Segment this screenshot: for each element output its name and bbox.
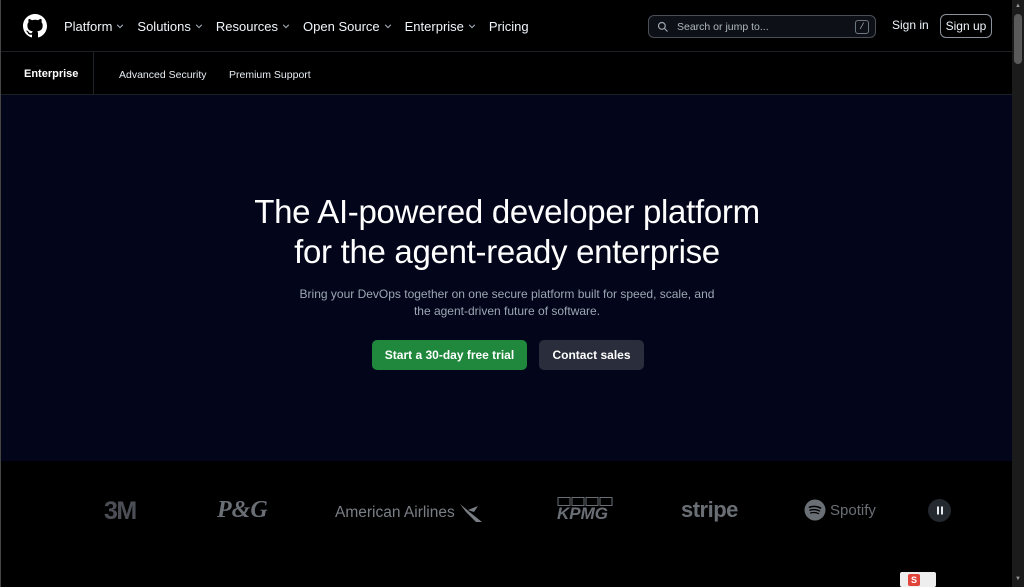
nav-resources[interactable]: Resources xyxy=(216,19,290,34)
chevron-down-icon xyxy=(195,24,203,29)
logo-text: American Airlines xyxy=(335,504,455,521)
scrollbar-thumb[interactable] xyxy=(1014,14,1022,64)
main-nav: Platform Solutions Resources Open Source… xyxy=(64,0,542,52)
free-trial-button[interactable]: Start a 30-day free trial xyxy=(372,340,527,370)
hero-section: The AI-powered developer platform for th… xyxy=(1,95,1013,461)
chevron-down-icon xyxy=(384,24,391,29)
logo-pg: P&G xyxy=(217,497,268,523)
nav-solutions[interactable]: Solutions xyxy=(137,18,203,34)
american-airlines-eagle-icon xyxy=(459,504,482,522)
pause-icon xyxy=(936,506,943,515)
scroll-up-arrow-icon[interactable]: ▲ xyxy=(1015,3,1021,9)
nav-label: Platform xyxy=(64,18,113,34)
logo-american-airlines: American Airlines xyxy=(335,502,484,524)
nav-pricing[interactable]: Pricing xyxy=(489,19,529,34)
logo-text: KPMG xyxy=(557,504,608,523)
logo-spotify: Spotify xyxy=(804,499,876,521)
hero-title-line: The AI-powered developer platform xyxy=(254,193,760,230)
chevron-down-icon xyxy=(117,24,124,29)
spotify-icon xyxy=(804,499,826,521)
subnav-divider xyxy=(93,52,94,95)
site-header: Platform Solutions Resources Open Source… xyxy=(1,0,1013,52)
subnav-link-advanced-security[interactable]: Advanced Security xyxy=(119,69,207,81)
vertical-scrollbar[interactable]: ▲ ▼ xyxy=(1012,0,1024,587)
hero-title-line: for the agent-ready enterprise xyxy=(294,233,720,270)
logo-stripe: stripe xyxy=(681,497,738,522)
nav-label: Solutions xyxy=(137,18,191,34)
search-icon xyxy=(657,21,668,32)
nav-label: Resources xyxy=(215,18,279,34)
subnav-link-premium-support[interactable]: Premium Support xyxy=(229,69,311,81)
contact-sales-button[interactable]: Contact sales xyxy=(539,340,644,370)
hero-subtitle: Bring your DevOps together on one secure… xyxy=(287,286,727,320)
nav-label: Open Source xyxy=(303,18,380,34)
extension-badge-icon: S xyxy=(908,574,920,586)
enterprise-subnav: Enterprise Advanced Security Premium Sup… xyxy=(1,52,1013,95)
subnav-title[interactable]: Enterprise xyxy=(24,68,78,80)
search-input[interactable]: Search or jump to... / xyxy=(648,15,876,38)
logo-3m: 3M xyxy=(104,497,137,525)
chevron-down-icon xyxy=(468,24,476,29)
search-placeholder: Search or jump to... xyxy=(677,20,769,33)
sign-up-button[interactable]: Sign up xyxy=(940,14,992,38)
hero-subtitle-line: Bring your DevOps together on one secure… xyxy=(299,287,715,301)
scroll-down-arrow-icon[interactable]: ▼ xyxy=(1015,576,1021,582)
nav-open-source[interactable]: Open Source xyxy=(303,19,392,34)
customer-logos: 3M P&G American Airlines KPMG stripe Spo… xyxy=(1,461,1013,587)
nav-platform[interactable]: Platform xyxy=(64,19,124,34)
github-logo-icon[interactable] xyxy=(23,14,47,38)
chevron-down-icon xyxy=(282,24,290,29)
pause-button[interactable] xyxy=(928,499,951,522)
hero-subtitle-line: the agent-driven future of software. xyxy=(413,304,601,318)
logo-kpmg: KPMG xyxy=(557,497,613,522)
nav-label: Enterprise xyxy=(404,18,464,34)
nav-enterprise[interactable]: Enterprise xyxy=(405,19,476,34)
extension-widget[interactable]: S xyxy=(900,572,936,587)
logo-text: Spotify xyxy=(830,501,876,519)
search-shortcut-key: / xyxy=(855,19,869,34)
sign-in-link[interactable]: Sign in xyxy=(892,18,929,32)
browser-viewport: Platform Solutions Resources Open Source… xyxy=(0,0,1013,587)
hero-title: The AI-powered developer platform for th… xyxy=(1,192,1013,272)
nav-label: Pricing xyxy=(488,18,529,34)
